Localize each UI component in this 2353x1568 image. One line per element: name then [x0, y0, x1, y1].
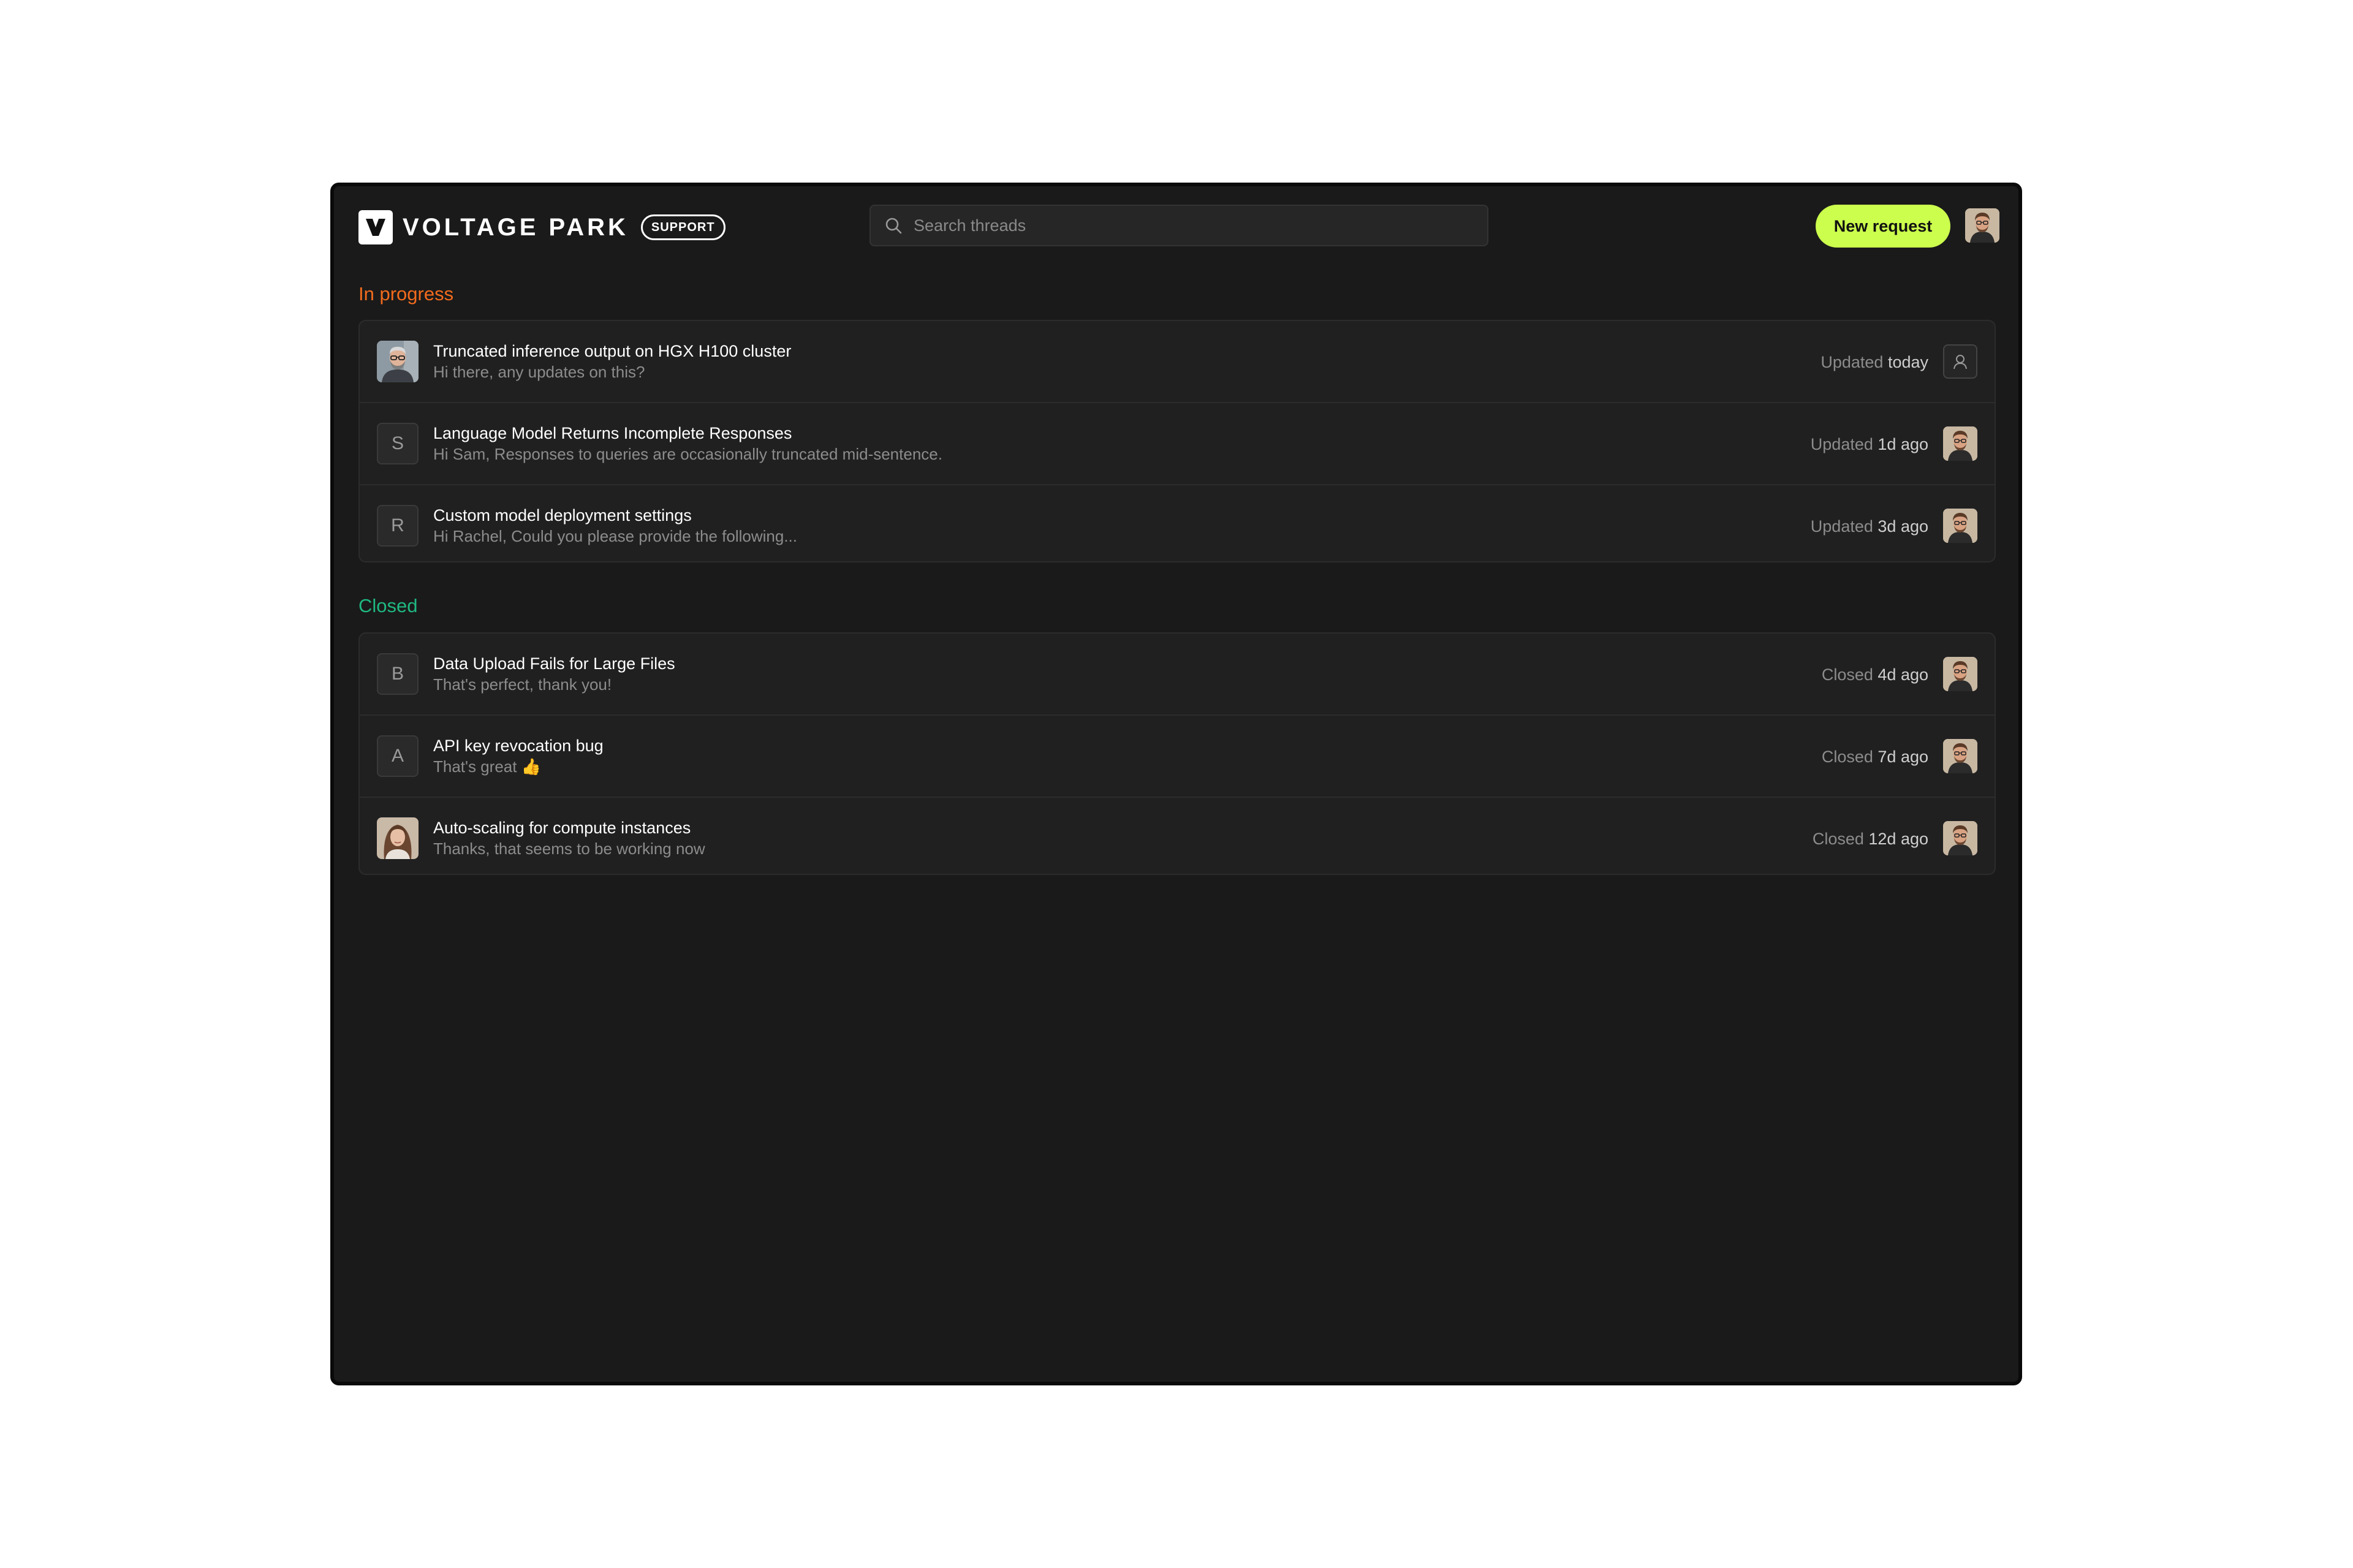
top-bar: VOLTAGE PARK SUPPORT New request: [334, 186, 2018, 260]
support-app-window: VOLTAGE PARK SUPPORT New request In prog…: [330, 183, 2022, 1385]
thread-text: Custom model deployment settings Hi Rach…: [433, 505, 797, 547]
unassigned-icon[interactable]: [1943, 344, 1977, 379]
thread-preview: Hi Rachel, Could you please provide the …: [433, 527, 798, 545]
requester-avatar: [377, 817, 419, 859]
agent-avatar[interactable]: [1943, 657, 1977, 691]
status-label: Closed: [1821, 665, 1873, 684]
thread-preview: That's great 👍: [433, 757, 542, 776]
status-label: Updated: [1821, 353, 1884, 371]
thread-text: Truncated inference output on HGX H100 c…: [433, 341, 791, 382]
search-input[interactable]: [914, 216, 1487, 235]
agent-avatar[interactable]: [1943, 739, 1977, 773]
thread-meta: Updated today: [1821, 352, 1928, 373]
thread-row[interactable]: R Custom model deployment settings Hi Ra…: [360, 485, 1995, 561]
thread-title: Truncated inference output on HGX H100 c…: [433, 342, 792, 360]
status-label: Closed: [1821, 748, 1873, 766]
thread-row[interactable]: Truncated inference output on HGX H100 c…: [360, 321, 1995, 403]
thread-title: API key revocation bug: [433, 737, 604, 755]
brand-wordmark: VOLTAGE PARK: [403, 213, 629, 241]
thread-preview: Hi Sam, Responses to queries are occasio…: [433, 445, 942, 463]
agent-avatar[interactable]: [1943, 426, 1977, 461]
thread-row[interactable]: S Language Model Returns Incomplete Resp…: [360, 403, 1995, 485]
timestamp: 12d ago: [1868, 830, 1928, 848]
thread-text: Auto-scaling for compute instances Thank…: [433, 817, 705, 859]
in-progress-thread-list: Truncated inference output on HGX H100 c…: [358, 320, 1996, 562]
thread-preview: Hi there, any updates on this?: [433, 363, 645, 381]
timestamp: today: [1887, 353, 1928, 371]
thread-title: Data Upload Fails for Large Files: [433, 654, 675, 673]
new-request-button[interactable]: New request: [1816, 205, 1950, 248]
requester-initial: R: [377, 505, 419, 547]
thread-title: Auto-scaling for compute instances: [433, 819, 691, 837]
thread-text: API key revocation bug That's great 👍: [433, 735, 604, 777]
thread-preview: That's perfect, thank you!: [433, 675, 612, 694]
thread-row[interactable]: B Data Upload Fails for Large Files That…: [360, 634, 1995, 716]
thread-row[interactable]: A API key revocation bug That's great 👍 …: [360, 716, 1995, 798]
user-avatar[interactable]: [1965, 208, 1999, 243]
thread-meta: Closed 7d ago: [1822, 746, 1928, 767]
timestamp: 7d ago: [1877, 748, 1928, 766]
closed-thread-list: B Data Upload Fails for Large Files That…: [358, 632, 1996, 875]
thread-meta: Updated 1d ago: [1811, 434, 1928, 455]
section-title-in-progress: In progress: [358, 283, 454, 305]
voltage-park-logo-icon: [358, 210, 393, 244]
thread-title: Language Model Returns Incomplete Respon…: [433, 424, 792, 442]
agent-avatar[interactable]: [1943, 821, 1977, 855]
requester-initial: S: [377, 423, 419, 464]
support-badge: SUPPORT: [640, 214, 726, 240]
thread-meta: Closed 12d ago: [1813, 828, 1928, 849]
status-label: Updated: [1810, 435, 1873, 453]
status-label: Closed: [1812, 830, 1864, 848]
status-label: Updated: [1810, 517, 1873, 536]
brand-logo[interactable]: VOLTAGE PARK SUPPORT: [358, 210, 726, 244]
thread-preview: Thanks, that seems to be working now: [433, 839, 705, 858]
timestamp: 3d ago: [1877, 517, 1928, 536]
requester-avatar: [377, 341, 419, 382]
section-title-closed: Closed: [358, 595, 418, 616]
thread-meta: Updated 3d ago: [1811, 516, 1928, 537]
thread-meta: Closed 4d ago: [1822, 664, 1928, 685]
agent-avatar[interactable]: [1943, 509, 1977, 543]
requester-initial: A: [377, 735, 419, 777]
timestamp: 4d ago: [1877, 665, 1928, 684]
thread-text: Data Upload Fails for Large Files That's…: [433, 653, 675, 695]
requester-initial: B: [377, 653, 419, 695]
thread-row[interactable]: Auto-scaling for compute instances Thank…: [360, 798, 1995, 875]
thread-text: Language Model Returns Incomplete Respon…: [433, 423, 942, 464]
thread-title: Custom model deployment settings: [433, 506, 692, 525]
search-bar[interactable]: [870, 205, 1488, 246]
timestamp: 1d ago: [1877, 435, 1928, 453]
search-icon: [884, 215, 905, 236]
